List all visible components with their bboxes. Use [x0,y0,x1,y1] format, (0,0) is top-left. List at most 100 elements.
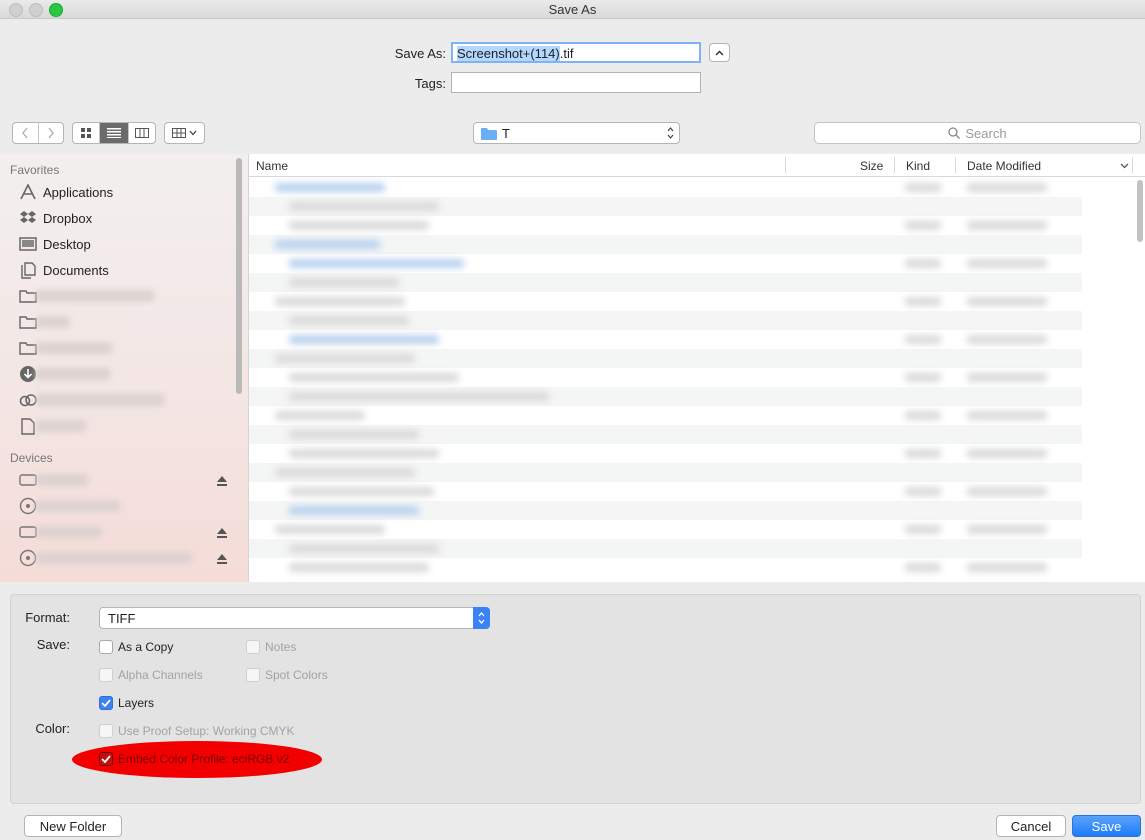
column-name-header[interactable]: Name [256,159,288,173]
blurred-cell [967,183,1047,192]
table-row[interactable] [249,425,1082,444]
cancel-button[interactable]: Cancel [996,815,1066,837]
table-row[interactable] [249,311,1082,330]
sort-chevron-down-icon[interactable] [1120,163,1129,169]
table-row[interactable] [249,520,1082,539]
column-size-header[interactable]: Size [860,159,883,173]
table-row[interactable] [249,178,1082,197]
layers-checkbox[interactable] [99,696,113,710]
desktop-icon [18,235,38,253]
back-button[interactable] [13,123,39,143]
blurred-cell [905,183,941,192]
color-options-label: Color: [35,721,70,736]
blurred-cell [905,335,941,344]
as-a-copy-checkbox[interactable] [99,640,113,654]
embed-color-profile-checkbox[interactable] [99,752,113,766]
table-row[interactable] [249,387,1082,406]
eject-icon[interactable] [217,528,227,538]
new-folder-button[interactable]: New Folder [24,815,122,837]
blurred-cell [905,221,941,230]
use-proof-setup-checkbox-row: Use Proof Setup: Working CMYK [99,722,295,740]
blurred-cell [289,221,429,230]
table-row[interactable] [249,216,1082,235]
sidebar-item-documents[interactable]: Documents [18,259,109,281]
blurred-cell [289,392,549,401]
save-as-filename-field[interactable]: Screenshot+(114).tif [451,42,701,63]
table-row[interactable] [249,197,1082,216]
use-proof-setup-checkbox [99,724,113,738]
column-divider[interactable] [955,157,956,173]
sidebar-item-applications[interactable]: Applications [18,181,113,203]
blurred-label [36,368,110,380]
blurred-cell [275,183,385,192]
dropbox-icon [18,209,38,227]
icon-view-icon [81,128,92,138]
blurred-cell [289,506,419,515]
table-row[interactable] [249,501,1082,520]
table-row[interactable] [249,254,1082,273]
location-folder-name: T [502,126,510,141]
format-popup[interactable]: TIFF [99,607,490,629]
table-row[interactable] [249,330,1082,349]
column-divider[interactable] [785,157,786,173]
icon-view-button[interactable] [73,123,101,143]
collapse-toggle-button[interactable] [709,43,730,62]
chevron-down-icon [189,130,197,136]
table-row[interactable] [249,349,1082,368]
blurred-cell [967,259,1047,268]
sidebar-item-dropbox[interactable]: Dropbox [18,207,92,229]
table-row[interactable] [249,558,1082,577]
blurred-cell [289,563,429,572]
table-row[interactable] [249,406,1082,425]
blurred-label [36,342,112,354]
blurred-label [36,420,86,432]
hard-drive-icon [18,523,38,541]
column-divider[interactable] [894,157,895,173]
applications-icon [18,183,38,201]
search-field[interactable]: Search [814,122,1141,144]
blurred-cell [967,297,1047,306]
column-kind-header[interactable]: Kind [906,159,930,173]
layers-checkbox-row[interactable]: Layers [99,694,154,712]
blurred-cell [967,487,1047,496]
forward-button[interactable] [39,123,64,143]
list-view-button[interactable] [100,123,129,143]
folder-icon [18,313,38,331]
eject-icon[interactable] [217,476,227,486]
column-divider [1132,157,1133,173]
chevron-up-icon [715,49,724,56]
alpha-channels-checkbox-row: Alpha Channels [99,666,203,684]
table-row[interactable] [249,539,1082,558]
table-row[interactable] [249,444,1082,463]
eject-icon[interactable] [217,554,227,564]
search-placeholder: Search [965,125,1007,141]
embed-color-profile-checkbox-row[interactable]: Embed Color Profile: eciRGB v2 [99,750,289,768]
table-row[interactable] [249,292,1082,311]
notes-label: Notes [265,640,297,654]
search-icon [948,127,961,139]
tags-field[interactable] [451,72,701,93]
save-button[interactable]: Save [1072,815,1141,837]
use-proof-setup-label: Use Proof Setup: Working CMYK [118,724,295,738]
sidebar-item-desktop[interactable]: Desktop [18,233,91,255]
table-row[interactable] [249,273,1082,292]
list-view-icon [107,128,121,138]
table-row[interactable] [249,482,1082,501]
as-a-copy-checkbox-row[interactable]: As a Copy [99,638,173,656]
folder-icon [18,287,38,305]
sidebar-scrollbar[interactable] [236,158,242,394]
column-view-button[interactable] [129,123,155,143]
file-list-scrollbar[interactable] [1137,180,1143,242]
creative-cloud-icon [18,391,38,409]
table-row[interactable] [249,235,1082,254]
location-popup[interactable]: T [473,122,680,144]
alpha-channels-checkbox [99,668,113,682]
column-date-header[interactable]: Date Modified [967,159,1041,173]
blurred-cell [967,563,1047,572]
chevron-right-icon [48,127,54,139]
blurred-cell [905,449,941,458]
blurred-cell [275,354,415,363]
arrange-menu-button[interactable] [164,122,205,144]
table-row[interactable] [249,463,1082,482]
table-row[interactable] [249,368,1082,387]
